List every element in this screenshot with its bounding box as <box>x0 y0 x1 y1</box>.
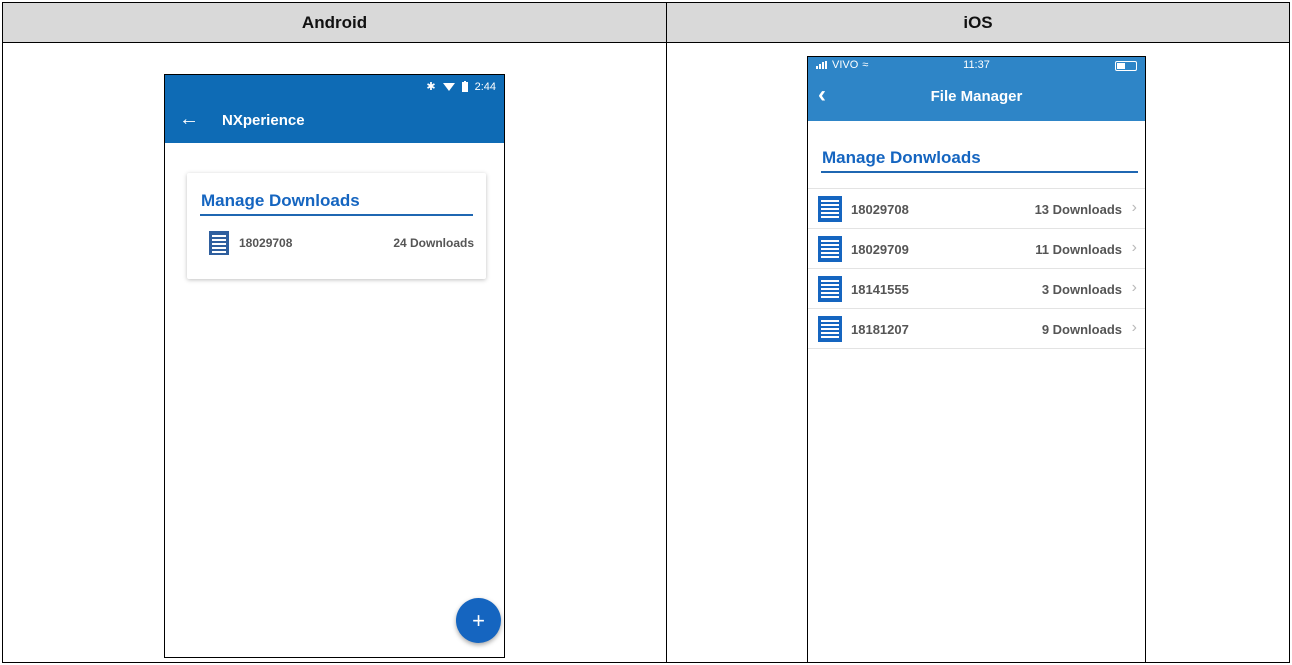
item-id: 18141555 <box>851 282 909 297</box>
downloads-list: 18029708 13 Downloads › 18029709 11 Down… <box>808 188 1145 349</box>
add-fab-button[interactable]: + <box>456 598 501 643</box>
item-download-count: 13 Downloads <box>1034 202 1122 217</box>
item-id: 18029708 <box>239 236 293 250</box>
android-screen: ✱ 2:44 ← NXperience Manage Downloads 180… <box>164 74 505 658</box>
battery-icon <box>461 81 468 92</box>
android-app-bar: ← NXperience <box>165 99 504 143</box>
table-header: Android iOS <box>3 3 1289 43</box>
section-title: Manage Donwloads <box>822 148 981 167</box>
bluetooth-icon: ✱ <box>426 81 436 93</box>
list-item[interactable]: 18029709 11 Downloads › <box>808 229 1145 269</box>
battery-icon <box>1115 61 1137 71</box>
column-header-android: Android <box>301 13 368 32</box>
item-download-count: 9 Downloads <box>1041 322 1122 337</box>
download-item[interactable]: 18029708 24 Downloads <box>209 229 474 257</box>
item-download-count: 3 Downloads <box>1041 282 1122 297</box>
column-divider <box>666 3 667 662</box>
ios-screen: VIVO ≈ 11:37 ‹ File Manager Manage Donwl… <box>807 56 1146 663</box>
title-underline <box>200 214 473 216</box>
chevron-right-icon: › <box>1131 319 1137 336</box>
nav-title: File Manager <box>930 88 1023 105</box>
item-id: 18029708 <box>851 202 909 217</box>
android-clock: 2:44 <box>474 80 496 93</box>
list-item[interactable]: 18181207 9 Downloads › <box>808 309 1145 349</box>
list-item[interactable]: 18141555 3 Downloads › <box>808 269 1145 309</box>
item-id: 18029709 <box>851 242 909 257</box>
column-header-ios: iOS <box>963 13 993 32</box>
document-icon <box>818 196 842 222</box>
manage-downloads-card: Manage Downloads 18029708 24 Downloads <box>187 173 486 279</box>
document-icon <box>818 236 842 262</box>
item-download-count: 24 Downloads <box>393 236 474 250</box>
back-arrow-icon[interactable]: ← <box>179 108 199 130</box>
chevron-right-icon: › <box>1131 279 1137 296</box>
card-title: Manage Downloads <box>201 191 360 210</box>
item-download-count: 11 Downloads <box>1035 242 1122 257</box>
app-title: NXperience <box>222 112 305 129</box>
item-id: 18181207 <box>851 322 909 337</box>
ios-clock: 11:37 <box>963 59 990 71</box>
document-icon <box>818 276 842 302</box>
list-item[interactable]: 18029708 13 Downloads › <box>808 189 1145 229</box>
chevron-right-icon: › <box>1131 199 1137 216</box>
ios-nav-bar: VIVO ≈ 11:37 ‹ File Manager <box>808 57 1145 121</box>
wifi-icon <box>442 82 455 91</box>
chevron-right-icon: › <box>1131 239 1137 256</box>
document-icon <box>818 316 842 342</box>
document-icon <box>209 231 229 255</box>
android-status-bar: ✱ 2:44 <box>165 75 504 99</box>
title-underline <box>821 171 1138 173</box>
